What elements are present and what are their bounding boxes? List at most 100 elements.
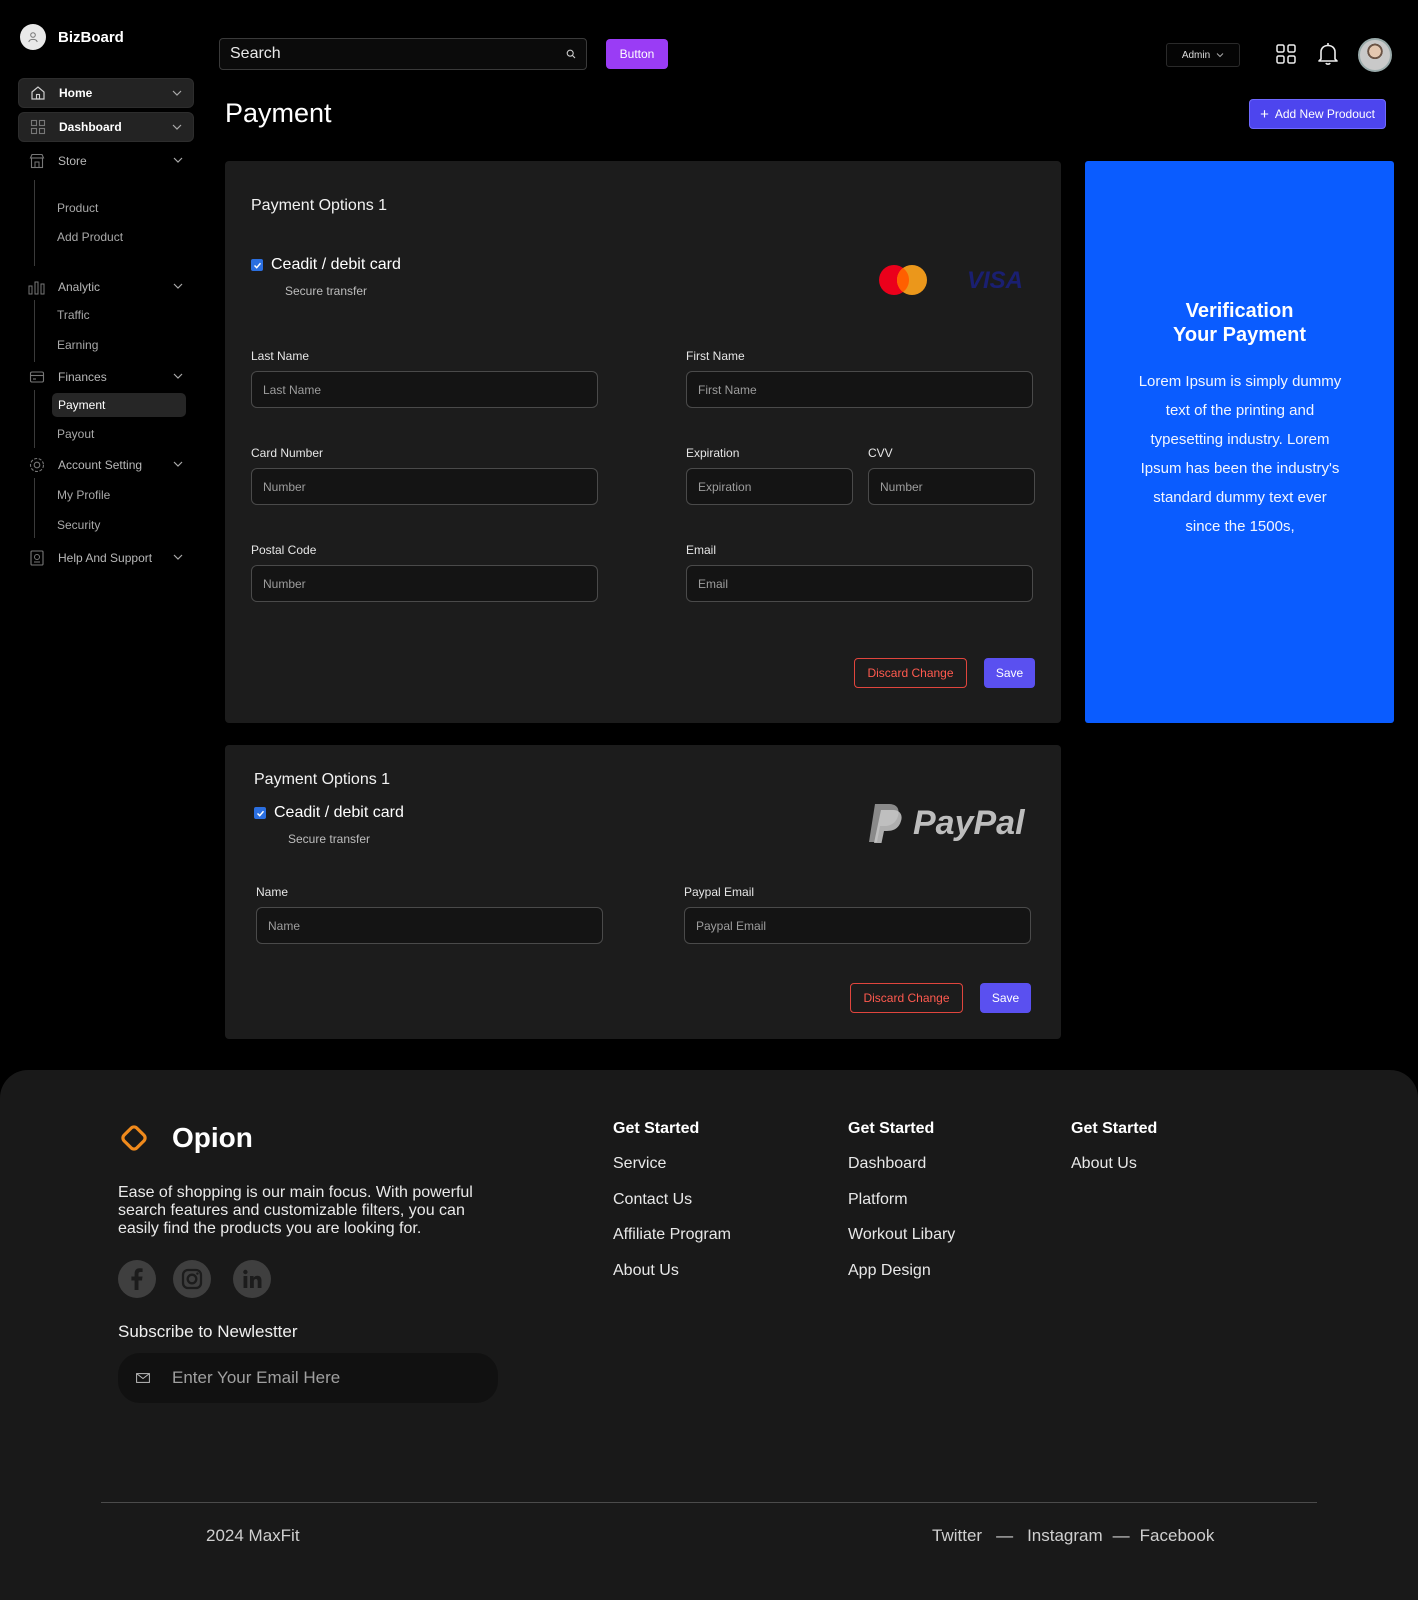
paypal-wordmark: PayPal bbox=[913, 803, 1025, 842]
checkbox-checked-icon[interactable] bbox=[254, 807, 266, 819]
verification-title: Verification Your Payment bbox=[1173, 300, 1306, 346]
paypal-email-field[interactable] bbox=[684, 907, 1031, 944]
support-icon bbox=[28, 549, 46, 567]
footer-link-app-design[interactable]: App Design bbox=[848, 1262, 955, 1298]
discard-change-button[interactable]: Discard Change bbox=[850, 983, 963, 1013]
footer-link-service[interactable]: Service bbox=[613, 1155, 731, 1191]
paypal-logo: PayPal bbox=[867, 802, 1025, 844]
sidebar-subitem-add-product[interactable]: Add Product bbox=[57, 230, 123, 244]
footer-logo: Opion bbox=[118, 1122, 253, 1154]
discard-change-button[interactable]: Discard Change bbox=[854, 658, 967, 688]
payment-option-label: Ceadit / debit card bbox=[271, 256, 401, 273]
first-name-input[interactable] bbox=[698, 382, 1021, 397]
card-number-label: Card Number bbox=[251, 446, 324, 460]
payment-option-sub: Secure transfer bbox=[285, 284, 368, 298]
footer-column-heading: Get Started bbox=[613, 1120, 700, 1137]
chevron-down-icon bbox=[1216, 53, 1224, 58]
mail-icon bbox=[136, 1373, 150, 1383]
separator: — bbox=[1112, 1526, 1130, 1545]
store-icon bbox=[28, 152, 46, 170]
sidebar-item-store[interactable]: Store bbox=[18, 146, 194, 176]
sidebar-subitem-payout[interactable]: Payout bbox=[57, 427, 94, 441]
user-avatar[interactable] bbox=[1358, 38, 1392, 72]
submenu-line bbox=[34, 180, 35, 266]
footer-link-platform[interactable]: Platform bbox=[848, 1191, 955, 1227]
footer-description: Ease of shopping is our main focus. With… bbox=[118, 1184, 473, 1237]
primary-top-button[interactable]: Button bbox=[606, 39, 668, 69]
footer-link-affiliate-program[interactable]: Affiliate Program bbox=[613, 1226, 731, 1262]
cvv-input[interactable] bbox=[880, 479, 1023, 494]
sidebar-subitem-product[interactable]: Product bbox=[57, 201, 98, 215]
wallet-icon bbox=[28, 368, 46, 386]
footer-link-workout-libary[interactable]: Workout Libary bbox=[848, 1226, 955, 1262]
paypal-email-label: Paypal Email bbox=[684, 885, 755, 899]
search-bar[interactable] bbox=[219, 38, 587, 70]
newsletter-title: Subscribe to Newlestter bbox=[118, 1322, 298, 1341]
first-name-label: First Name bbox=[686, 349, 745, 363]
admin-dropdown[interactable]: Admin bbox=[1166, 43, 1240, 67]
instagram-icon[interactable] bbox=[173, 1260, 211, 1298]
last-name-label: Last Name bbox=[251, 349, 310, 363]
search-input[interactable] bbox=[230, 45, 550, 63]
cvv-label: CVV bbox=[868, 446, 893, 460]
postal-code-field[interactable] bbox=[251, 565, 598, 602]
newsletter-email-input[interactable] bbox=[172, 1368, 462, 1388]
footer-link-contact-us[interactable]: Contact Us bbox=[613, 1191, 731, 1227]
sidebar-subitem-earning[interactable]: Earning bbox=[57, 338, 98, 352]
email-input[interactable] bbox=[698, 576, 1021, 591]
sidebar-item-home[interactable]: Home bbox=[18, 78, 194, 108]
sidebar-item-dashboard[interactable]: Dashboard bbox=[18, 112, 194, 142]
mastercard-icon bbox=[878, 263, 930, 302]
sidebar-subitem-traffic[interactable]: Traffic bbox=[57, 308, 90, 322]
sidebar-item-account-setting[interactable]: Account Setting bbox=[18, 450, 194, 480]
first-name-field[interactable] bbox=[686, 371, 1033, 408]
card-title: Payment Options 1 bbox=[251, 197, 388, 214]
linkedin-icon[interactable] bbox=[233, 1260, 271, 1298]
page-title: Payment bbox=[225, 98, 332, 128]
sidebar: BizBoard Home Dashboard Store Product Ad… bbox=[0, 0, 200, 1070]
cvv-field[interactable] bbox=[868, 468, 1035, 505]
name-input[interactable] bbox=[268, 918, 591, 933]
sidebar-item-analytic[interactable]: Analytic bbox=[18, 272, 194, 302]
sidebar-item-help-and-support[interactable]: Help And Support bbox=[18, 543, 194, 573]
bell-icon[interactable] bbox=[1315, 41, 1341, 67]
facebook-icon[interactable] bbox=[118, 1260, 156, 1298]
expiration-input[interactable] bbox=[698, 479, 841, 494]
footer-column: Get Started Dashboard Platform Workout L… bbox=[848, 1120, 955, 1297]
card-number-field[interactable] bbox=[251, 468, 598, 505]
footer-link-dashboard[interactable]: Dashboard bbox=[848, 1155, 955, 1191]
sidebar-item-label: Store bbox=[58, 154, 87, 168]
footer-link-facebook[interactable]: Facebook bbox=[1140, 1526, 1215, 1546]
postal-code-input[interactable] bbox=[263, 576, 586, 591]
sidebar-subitem-payment[interactable]: Payment bbox=[52, 393, 186, 417]
add-new-product-label: Add New Prodouct bbox=[1274, 107, 1375, 121]
name-field[interactable] bbox=[256, 907, 603, 944]
sidebar-item-label: Finances bbox=[58, 370, 107, 384]
checkbox-checked-icon[interactable] bbox=[251, 259, 263, 271]
last-name-input[interactable] bbox=[263, 382, 586, 397]
expiration-field[interactable] bbox=[686, 468, 853, 505]
last-name-field[interactable] bbox=[251, 371, 598, 408]
save-button[interactable]: Save bbox=[980, 983, 1031, 1013]
card-title: Payment Options 1 bbox=[254, 771, 391, 788]
payment-option-card-checkbox[interactable]: Ceadit / debit card bbox=[254, 804, 404, 822]
sidebar-subitem-security[interactable]: Security bbox=[57, 518, 100, 532]
verification-panel: Verification Your Payment Lorem Ipsum is… bbox=[1085, 161, 1394, 723]
email-label: Email bbox=[686, 543, 717, 557]
sidebar-subitem-my-profile[interactable]: My Profile bbox=[57, 488, 110, 502]
newsletter-email-field[interactable] bbox=[118, 1353, 498, 1403]
paypal-email-input[interactable] bbox=[696, 918, 1019, 933]
footer-link-about-us[interactable]: About Us bbox=[613, 1262, 731, 1298]
save-button[interactable]: Save bbox=[984, 658, 1035, 688]
footer-link-about-us[interactable]: About Us bbox=[1071, 1155, 1157, 1191]
sidebar-item-label: Home bbox=[59, 86, 93, 100]
payment-option-card-checkbox[interactable]: Ceadit / debit card bbox=[251, 256, 401, 274]
card-number-input[interactable] bbox=[263, 479, 586, 494]
footer-link-instagram[interactable]: Instagram bbox=[1027, 1526, 1103, 1546]
footer-link-twitter[interactable]: Twitter bbox=[932, 1526, 982, 1546]
sidebar-item-finances[interactable]: Finances bbox=[18, 362, 194, 392]
email-field[interactable] bbox=[686, 565, 1033, 602]
search-icon[interactable] bbox=[566, 49, 576, 59]
apps-grid-icon[interactable] bbox=[1273, 41, 1299, 67]
add-new-product-button[interactable]: + Add New Prodouct bbox=[1249, 99, 1386, 129]
